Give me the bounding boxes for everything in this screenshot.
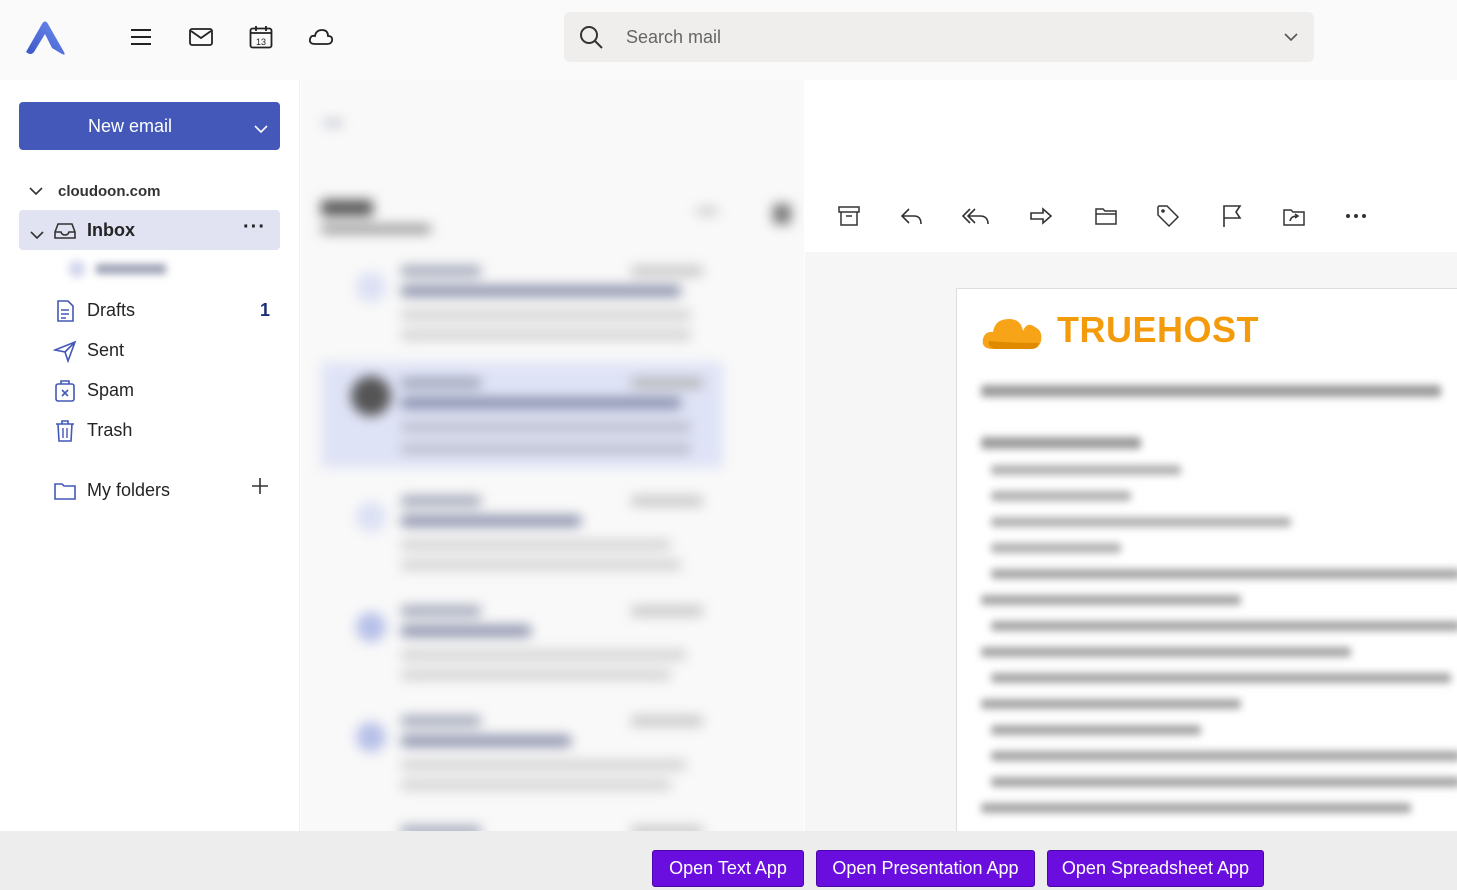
chevron-down-icon[interactable] xyxy=(29,224,45,245)
sidebar-item-my-folders[interactable]: My folders xyxy=(19,470,280,510)
chevron-down-icon[interactable] xyxy=(254,118,268,139)
bottom-app-bar: Open Text App Open Presentation App Open… xyxy=(0,831,1457,890)
sidebar-item-sent[interactable]: Sent xyxy=(19,330,280,370)
open-text-app-button[interactable]: Open Text App xyxy=(652,850,804,887)
new-email-label: New email xyxy=(87,116,173,136)
account-header[interactable]: cloudoon.com xyxy=(28,180,161,202)
chevron-down-icon[interactable] xyxy=(28,186,44,196)
search-box[interactable] xyxy=(564,12,1314,62)
top-bar: 13 xyxy=(0,0,1457,80)
archive-icon[interactable] xyxy=(835,202,863,230)
drafts-icon xyxy=(53,299,77,323)
sidebar-item-spam[interactable]: Spam xyxy=(19,370,280,410)
folder-icon xyxy=(53,479,77,503)
sidebar-item-inbox[interactable]: Inbox ··· xyxy=(19,210,280,250)
truehost-cloud-logo xyxy=(982,319,1042,349)
move-to-folder-icon[interactable] xyxy=(1092,202,1120,230)
new-email-button[interactable]: New email xyxy=(19,102,280,150)
cloud-icon[interactable] xyxy=(306,22,336,52)
share-icon[interactable] xyxy=(1280,202,1308,230)
sidebar-item-label: Inbox xyxy=(87,220,135,240)
reading-toolbar xyxy=(805,172,1457,252)
forward-icon[interactable] xyxy=(1027,202,1055,230)
mail-icon[interactable] xyxy=(186,22,216,52)
flag-icon[interactable] xyxy=(1218,202,1246,230)
sidebar: New email cloudoon.com Inbox ··· Drafts … xyxy=(0,80,300,831)
unread-count: 1 xyxy=(259,300,270,320)
app-logo[interactable] xyxy=(22,18,68,58)
tag-icon[interactable] xyxy=(1155,202,1183,230)
email-body: TRUEHOST xyxy=(956,288,1457,848)
calendar-icon[interactable]: 13 xyxy=(246,22,276,52)
open-spreadsheet-app-button[interactable]: Open Spreadsheet App xyxy=(1047,850,1264,887)
sidebar-item-drafts[interactable]: Drafts 1 xyxy=(19,290,280,330)
chevron-down-icon[interactable] xyxy=(1284,29,1298,47)
inbox-icon xyxy=(53,219,77,243)
blurred-subfolder xyxy=(66,258,176,280)
reply-all-icon[interactable] xyxy=(962,202,990,230)
open-presentation-app-button[interactable]: Open Presentation App xyxy=(816,850,1035,887)
reading-pane: TRUEHOST xyxy=(805,252,1457,848)
more-options-icon[interactable]: ··· xyxy=(243,216,266,239)
menu-icon[interactable] xyxy=(126,22,156,52)
send-icon xyxy=(52,339,77,364)
svg-text:13: 13 xyxy=(256,37,266,47)
trash-icon xyxy=(53,419,77,443)
sidebar-item-label: My folders xyxy=(87,480,171,500)
spam-icon xyxy=(53,379,77,403)
sidebar-item-label: Spam xyxy=(87,380,135,400)
more-icon[interactable] xyxy=(1342,202,1370,230)
search-input[interactable] xyxy=(626,24,1226,50)
blurred-email-content xyxy=(981,379,1457,839)
account-name: cloudoon.com xyxy=(58,182,161,200)
truehost-brand: TRUEHOST xyxy=(981,309,1259,351)
sidebar-item-trash[interactable]: Trash xyxy=(19,410,280,450)
sidebar-item-label: Sent xyxy=(87,340,125,360)
blurred-message-list xyxy=(301,80,804,831)
brand-name: TRUEHOST xyxy=(1057,309,1259,350)
message-list[interactable] xyxy=(301,80,804,831)
sidebar-item-label: Drafts xyxy=(87,300,136,320)
search-icon[interactable] xyxy=(578,24,604,55)
sidebar-item-label: Trash xyxy=(87,420,133,440)
add-folder-icon[interactable] xyxy=(250,476,270,501)
reply-icon[interactable] xyxy=(898,202,926,230)
